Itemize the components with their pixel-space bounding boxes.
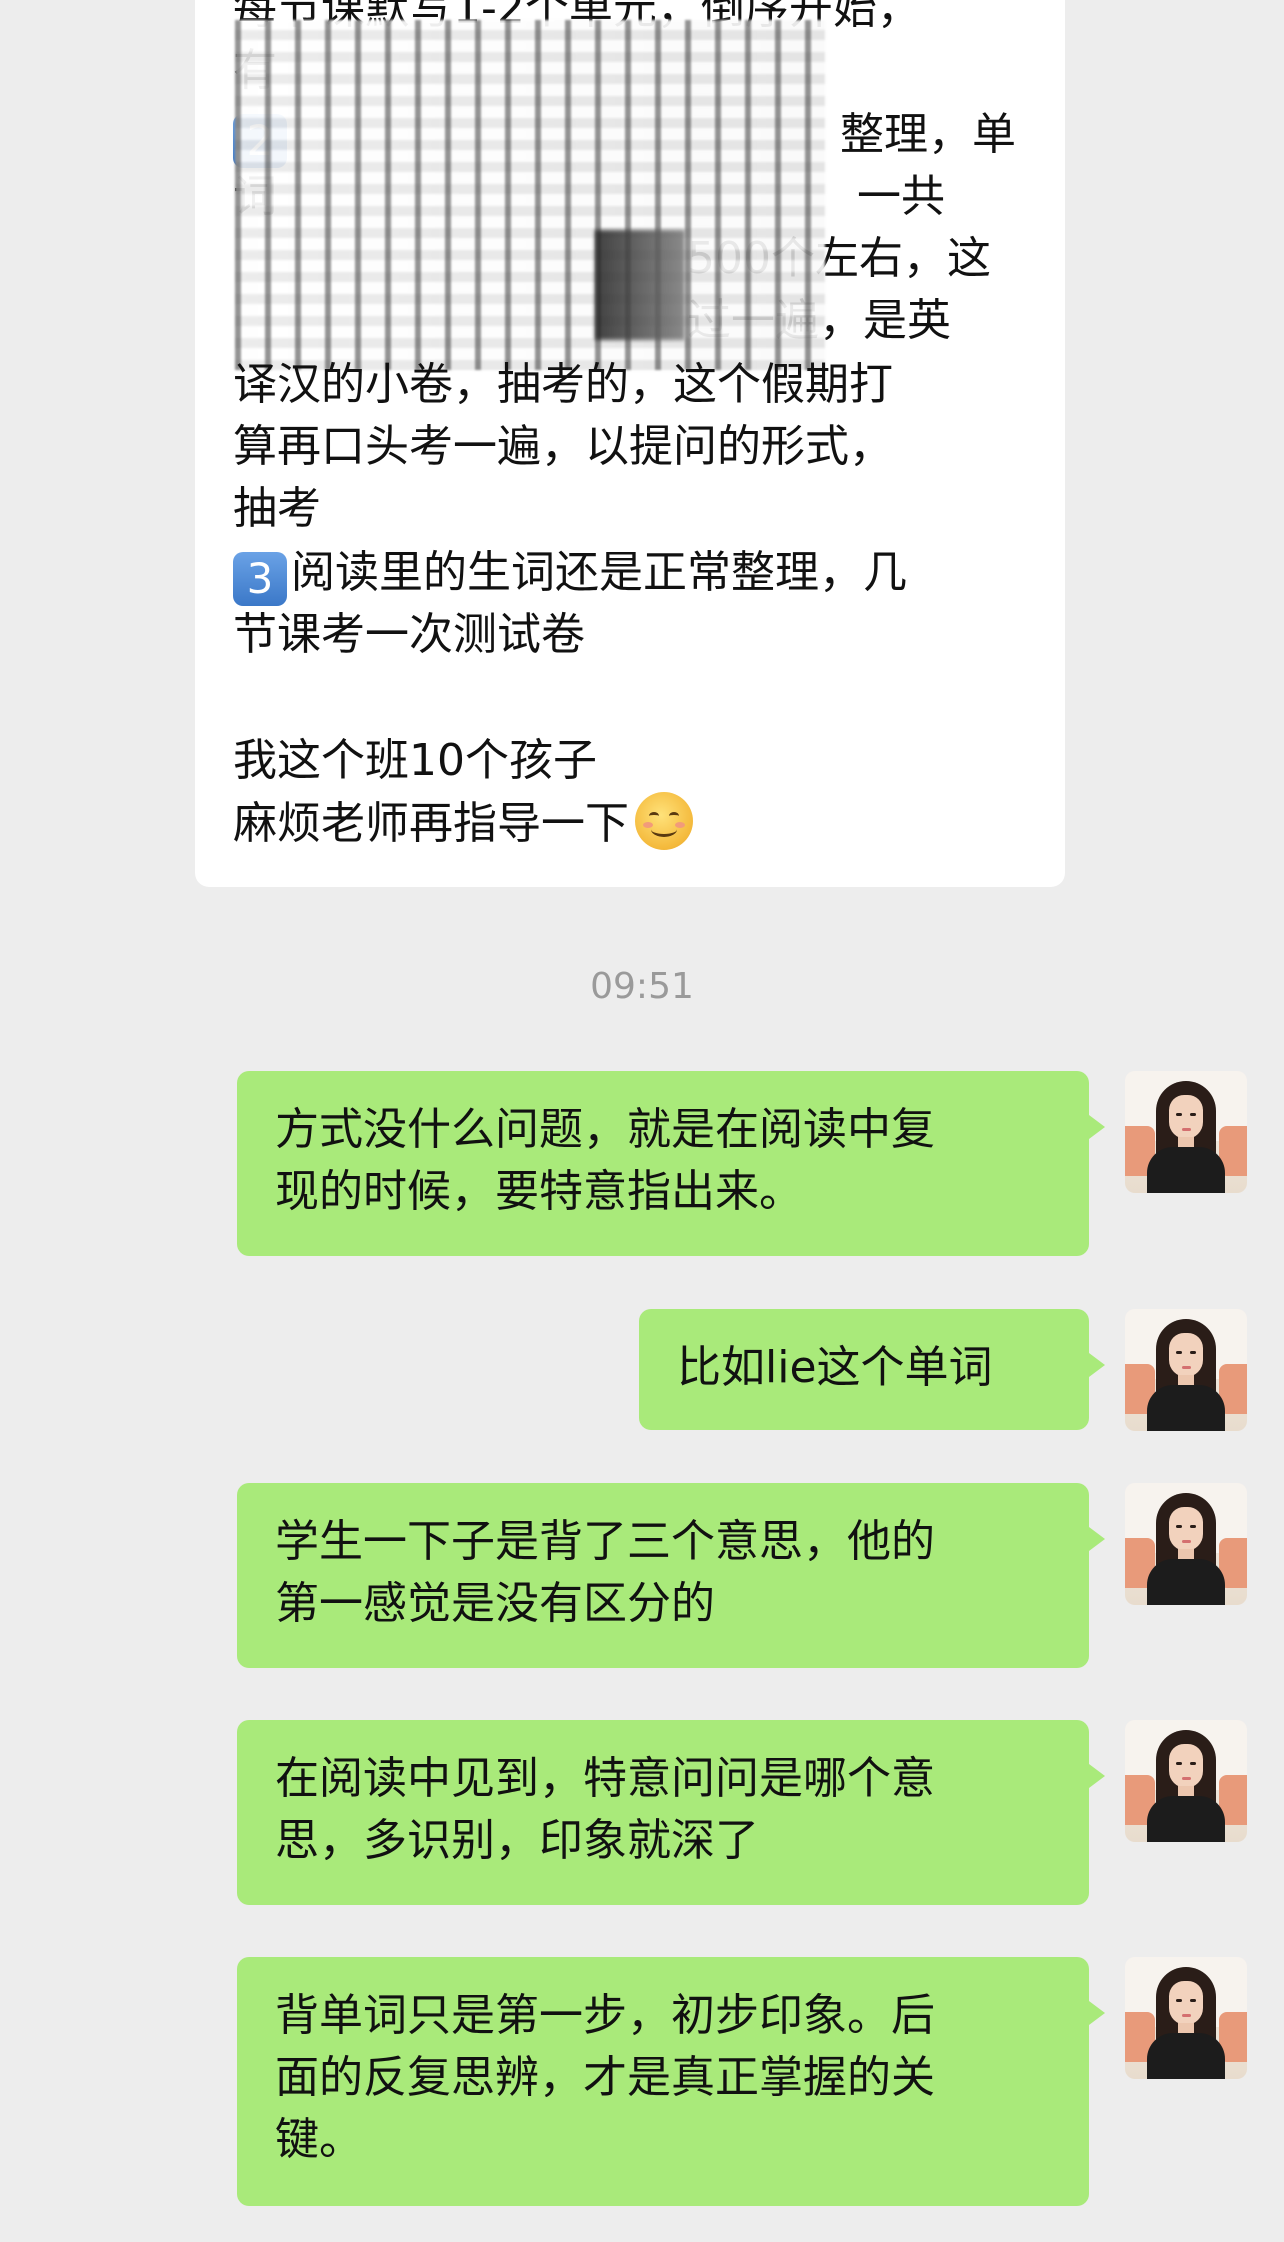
message-line: 节课考一次测试卷 — [233, 609, 585, 660]
message-text: 麻烦老师再指导一下 — [233, 798, 629, 849]
outgoing-message-bubble[interactable]: 在阅读中见到，特意问问是哪个意 思，多识别，印象就深了 — [237, 1720, 1105, 1905]
user-avatar[interactable] — [1125, 1957, 1247, 2079]
message-line: 抽考 — [233, 483, 321, 534]
message-text: 阅读里的生词还是正常整理，几 — [291, 547, 907, 598]
smiling-face-icon — [635, 792, 693, 850]
message-line: 3 阅读里的生词还是正常整理，几 — [233, 542, 907, 606]
message-line: 思，多识别，印象就深了 — [275, 1815, 759, 1866]
user-avatar[interactable] — [1125, 1483, 1247, 1605]
user-avatar[interactable] — [1125, 1309, 1247, 1431]
message-line: 第一感觉是没有区分的 — [275, 1578, 715, 1629]
message-line: 方式没什么问题，就是在阅读中复 — [275, 1104, 935, 1155]
message-line: 面的反复思辨，才是真正掌握的关 — [275, 2052, 935, 2103]
redaction-blur — [595, 230, 685, 340]
incoming-message-bubble[interactable]: 每节课默写1-2个单元，倒序开始， 有 2 整理，单 词 一共 500个左右，这… — [195, 0, 1065, 887]
message-line: 我这个班10个孩子 — [233, 735, 597, 786]
message-line: 译汉的小卷，抽考的，这个假期打 — [233, 359, 893, 410]
outgoing-message-bubble[interactable]: 背单词只是第一步，初步印象。后 面的反复思辨，才是真正掌握的关 键。 — [237, 1957, 1105, 2206]
message-line: 比如lie这个单词 — [677, 1342, 993, 1393]
message-line: 背单词只是第一步，初步印象。后 — [275, 1990, 935, 2041]
message-line: 一共 — [857, 171, 945, 222]
message-line: 学生一下子是背了三个意思，他的 — [275, 1516, 935, 1567]
message-line: 算再口头考一遍，以提问的形式， — [233, 421, 893, 472]
message-line: 麻烦老师再指导一下 — [233, 792, 693, 855]
message-line: 键。 — [275, 2114, 363, 2165]
user-avatar[interactable] — [1125, 1071, 1247, 1193]
redaction-blur — [235, 20, 825, 370]
message-timestamp: 09:51 — [590, 966, 694, 1007]
user-avatar[interactable] — [1125, 1720, 1247, 1842]
message-line: 在阅读中见到，特意问问是哪个意 — [275, 1753, 935, 1804]
outgoing-message-bubble[interactable]: 方式没什么问题，就是在阅读中复 现的时候，要特意指出来。 — [237, 1071, 1105, 1256]
message-line: 整理，单 — [840, 109, 1016, 160]
outgoing-message-bubble[interactable]: 比如lie这个单词 — [639, 1309, 1105, 1430]
keycap-3-icon: 3 — [233, 552, 287, 606]
message-line: 现的时候，要特意指出来。 — [275, 1166, 803, 1217]
outgoing-message-bubble[interactable]: 学生一下子是背了三个意思，他的 第一感觉是没有区分的 — [237, 1483, 1105, 1668]
